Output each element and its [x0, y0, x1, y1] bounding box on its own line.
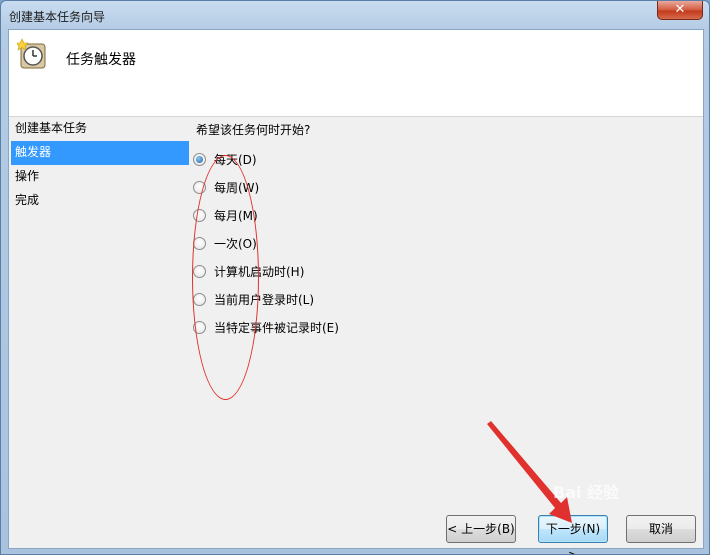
wizard-window: 创建基本任务向导 ✕ 任务触发器 创建基本任务 触发器 操作 完成 希望该任务何…	[0, 0, 710, 555]
watermark: Bai 经验	[553, 483, 620, 502]
annotation-arrow	[487, 421, 572, 523]
